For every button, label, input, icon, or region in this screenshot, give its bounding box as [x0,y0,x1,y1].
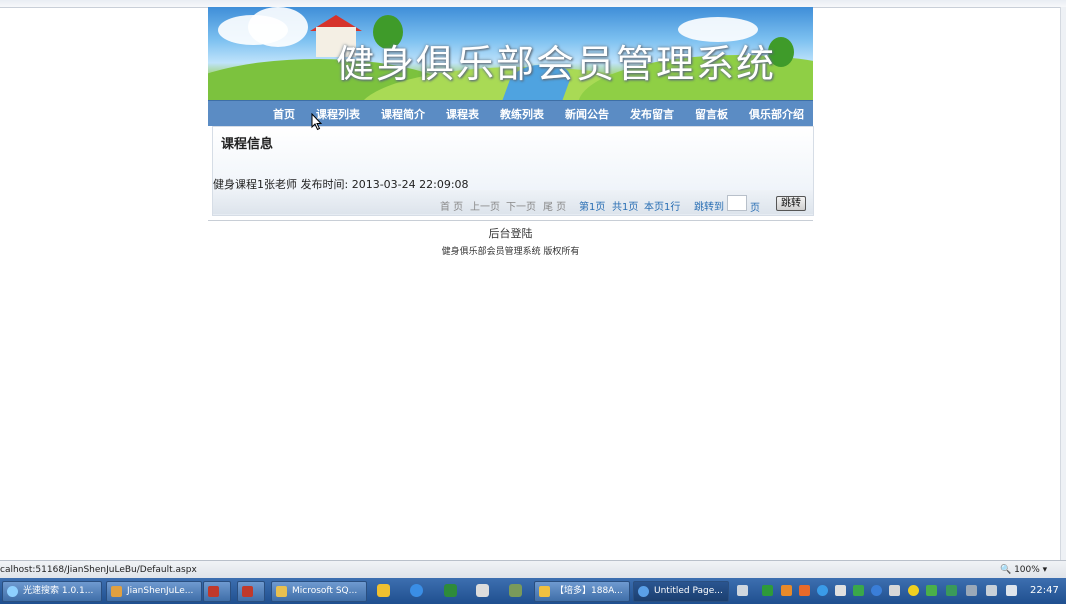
database-icon [276,586,287,597]
power-icon[interactable] [1006,585,1017,596]
nav-item-course-intro[interactable]: 课程简介 [381,106,425,122]
mouse-cursor-icon [311,113,323,131]
task-project-app[interactable]: JianShenJuLe... [106,581,202,602]
site-banner: 健身俱乐部会员管理系统 [208,7,813,100]
pager-total-pages: 共1页 [612,202,639,213]
nav-item-post-message[interactable]: 发布留言 [630,106,674,122]
site-title: 健身俱乐部会员管理系统 [336,42,777,86]
task-label: 【培多】188A... [555,586,623,596]
pager-first[interactable]: 首 页 [440,198,463,213]
tray-icon[interactable] [926,585,937,596]
pager-rows: 本页1行 [644,202,681,213]
pager-last[interactable]: 尾 页 [543,198,566,213]
tray-icon[interactable] [871,585,882,596]
main-nav: 首页 课程列表 课程简介 课程表 教练列表 新闻公告 发布留言 留言板 俱乐部介… [208,100,813,126]
task-sql-server[interactable]: Microsoft SQ... [271,581,367,602]
ie-icon [638,586,649,597]
volume-icon[interactable] [986,585,997,596]
zoom-value: 100% [1014,565,1040,575]
task-app-icon-2[interactable] [237,581,265,602]
page-container: 健身俱乐部会员管理系统 首页 课程列表 课程简介 课程表 教练列表 新闻公告 发… [208,7,814,257]
tray-icon[interactable] [835,585,846,596]
pagination: 首 页 上一页 下一页 尾 页 第1页 共1页 本页1行 跳转到 页 跳转 [213,190,813,214]
nav-item-coach-list[interactable]: 教练列表 [500,106,544,122]
tray-icon[interactable] [799,585,810,596]
pager-page-unit: 页 [750,203,760,214]
taskbar: 光速搜索 1.0.1... JianShenJuLe... Microsoft … [0,578,1066,604]
pager-next[interactable]: 下一页 [506,198,536,213]
goto-button[interactable]: 跳转 [776,196,806,211]
network-icon[interactable] [966,585,977,596]
course-info-panel: 课程信息 健身课程1张老师 发布时间: 2013-03-24 22:09:08 … [212,126,814,216]
tray-icon[interactable] [781,585,792,596]
app-icon[interactable] [476,584,489,597]
taskbar-clock[interactable]: 22:47 [1030,585,1059,596]
browser-statusbar: calhost:51168/JianShenJuLeBu/Default.asp… [0,560,1066,579]
status-url: calhost:51168/JianShenJuLeBu/Default.asp… [0,565,197,575]
pager-current-page: 第1页 [579,202,606,213]
goto-page-input[interactable] [727,195,747,211]
keyboard-icon[interactable] [737,585,748,596]
app-icon[interactable] [509,584,522,597]
search-app-icon [7,586,18,597]
browser-icon[interactable] [410,584,423,597]
tray-icon[interactable] [762,585,773,596]
task-app-icon-1[interactable] [203,581,231,602]
nav-item-club-intro[interactable]: 俱乐部介绍 [749,106,804,122]
zoom-level[interactable]: 🔍 100% ▾ [1000,565,1047,575]
task-untitled-page[interactable]: Untitled Page... [633,581,729,602]
copyright-text: 健身俱乐部会员管理系统 版权所有 [441,247,580,257]
folder-icon [111,586,122,597]
shield-icon[interactable] [946,585,957,596]
tray-icon[interactable] [817,585,828,596]
task-label: Untitled Page... [654,586,723,596]
task-label: Microsoft SQ... [292,586,358,596]
app-icon [208,586,219,597]
admin-login-link[interactable]: 后台登陆 [208,225,813,241]
pager-prev[interactable]: 上一页 [470,198,500,213]
tray-icon[interactable] [889,585,900,596]
task-label: JianShenJuLe... [127,586,194,596]
nav-item-home[interactable]: 首页 [273,106,295,122]
nav-item-schedule[interactable]: 课程表 [446,106,479,122]
tray-icon[interactable] [908,585,919,596]
task-search-app[interactable]: 光速搜索 1.0.1... [2,581,102,602]
task-label: 光速搜索 1.0.1... [23,586,94,596]
app-icon [242,586,253,597]
tray-icon[interactable] [853,585,864,596]
task-folder[interactable]: 【培多】188A... [534,581,630,602]
cloud-shape [248,7,308,47]
vertical-scrollbar[interactable] [1060,7,1066,560]
footer-divider [208,220,813,221]
folder-icon [539,586,550,597]
excel-icon[interactable] [444,584,457,597]
qq-icon[interactable] [377,584,390,597]
pager-goto-label: 跳转到 [694,202,724,213]
nav-item-news[interactable]: 新闻公告 [565,106,609,122]
nav-item-message-board[interactable]: 留言板 [695,106,728,122]
section-title: 课程信息 [221,137,274,152]
